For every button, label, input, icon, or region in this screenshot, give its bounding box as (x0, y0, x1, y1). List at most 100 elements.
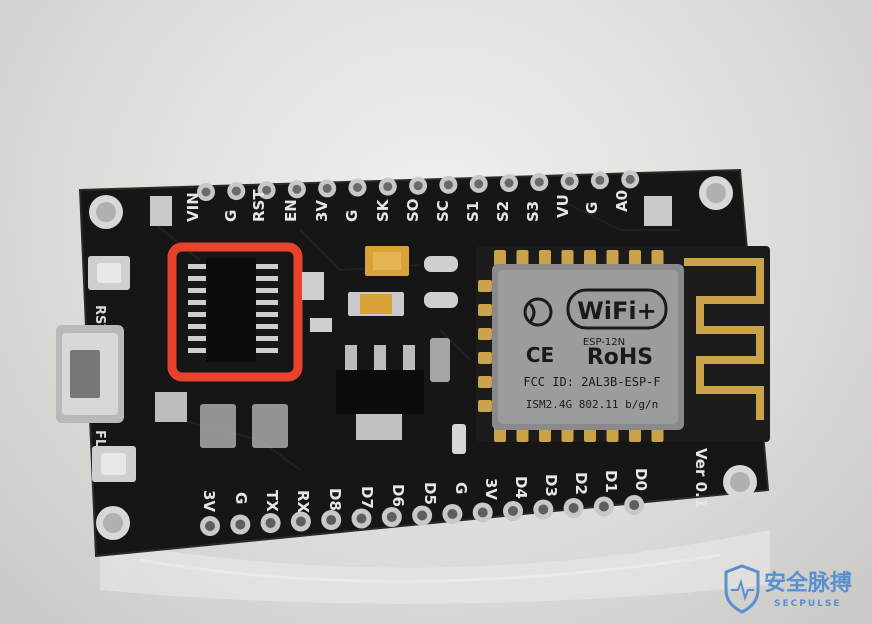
chip-pin (256, 336, 278, 341)
chip-pin (256, 276, 278, 281)
flash-button (92, 446, 136, 482)
silk-label: 3V (482, 478, 500, 500)
silk-label: D6 (389, 484, 407, 507)
module-pad (651, 250, 664, 266)
module-pad (478, 328, 492, 340)
header-pin (621, 170, 640, 189)
silk-label: RX (294, 490, 312, 514)
silk-label: D4 (512, 476, 530, 499)
header-pin (500, 174, 518, 192)
header-pin (378, 177, 397, 196)
silk-label: VIN (184, 192, 202, 222)
header-pin (287, 180, 306, 199)
silk-label: SC (434, 200, 452, 222)
silk-label: G (232, 492, 250, 504)
module-brand: WiFi+ (577, 297, 656, 325)
version-label: Ver 0.1 (692, 448, 710, 508)
chip-pin (188, 300, 206, 305)
header-pin (290, 511, 311, 532)
watermark-title: 安全脉搏 (764, 570, 852, 596)
esp-12n-module: WiFi+ ESP-12N CE RoHS FCC ID: 2AL3B-ESP-… (476, 246, 770, 442)
chip-pin (188, 348, 206, 353)
silk-label: S2 (494, 201, 512, 222)
silk-label: SK (374, 198, 392, 222)
header-pin (351, 508, 372, 529)
silk-label: G (583, 202, 601, 214)
rohs-mark: RoHS (587, 345, 653, 370)
header-pin (563, 498, 584, 518)
silk-label: G (452, 482, 470, 494)
silk-label: TX (263, 490, 281, 512)
module-pad (629, 250, 641, 266)
silk-label: 3V (313, 200, 331, 222)
module-pad (478, 400, 492, 412)
header-pin (260, 513, 281, 533)
silk-label: G (343, 210, 361, 222)
header-pin (381, 507, 402, 527)
silk-label: D0 (632, 468, 650, 491)
silk-label: A0 (613, 190, 631, 212)
chip-pin (256, 264, 278, 269)
silk-label: EN (282, 199, 300, 222)
silk-label: D3 (542, 474, 560, 497)
micro-usb-port (56, 325, 124, 423)
silk-label: D8 (326, 488, 344, 511)
chip-pin (256, 348, 278, 353)
module-pad (516, 250, 529, 266)
header-pin (409, 176, 428, 195)
silk-label: D2 (572, 472, 590, 495)
header-pin (503, 501, 523, 521)
header-pin (469, 174, 488, 193)
chip-pin (188, 276, 206, 281)
chip-pin (188, 336, 206, 341)
header-pin (560, 172, 579, 191)
chip-pin (188, 288, 206, 293)
module-pad (561, 250, 574, 266)
watermark-subtitle: SECPULSE (774, 599, 842, 609)
module-pad (584, 250, 596, 266)
header-pin (439, 175, 458, 194)
header-pin (530, 173, 549, 192)
chip-pin (256, 288, 278, 293)
module-pad (606, 250, 619, 266)
silk-label: S1 (464, 201, 482, 222)
header-pin (321, 510, 342, 530)
silk-label: VU (554, 194, 572, 218)
header-pin (593, 496, 614, 517)
silk-label: RST (250, 189, 268, 222)
chip-pin (256, 300, 278, 305)
header-pin (624, 495, 645, 515)
chip-pin (256, 312, 278, 317)
chip-pin (188, 324, 206, 329)
module-pad (478, 304, 492, 316)
band-info: ISM2.4G 802.11 b/g/n (526, 398, 658, 411)
header-pin (227, 182, 246, 201)
header-pin (348, 178, 367, 197)
header-pin (442, 504, 463, 524)
fcc-id: FCC ID: 2AL3B-ESP-F (523, 375, 660, 389)
silk-label: SO (404, 198, 422, 222)
silk-label: D7 (358, 486, 376, 509)
silk-label: 3V (200, 490, 218, 512)
chip-pin (188, 312, 206, 317)
module-pad (478, 280, 492, 292)
rst-button (88, 256, 130, 290)
module-pad (494, 250, 506, 266)
chip-pin (188, 264, 206, 269)
header-pin (200, 516, 220, 536)
silk-label: D1 (602, 470, 620, 493)
ce-mark: CE (526, 343, 554, 367)
header-pin (318, 179, 337, 198)
module-pad (478, 352, 492, 364)
header-pin (230, 514, 251, 535)
silk-label: G (222, 210, 240, 222)
header-pin (412, 505, 433, 526)
chip-pin (256, 324, 278, 329)
module-pad (539, 250, 551, 266)
header-pin (590, 171, 609, 190)
header-pin (472, 502, 493, 523)
silk-label: D5 (421, 482, 439, 505)
nodemcu-photo: VIN G RST EN 3V G SK SO SC S1 S2 S3 VU G… (56, 168, 852, 614)
header-pin (533, 499, 554, 520)
module-pad (478, 376, 492, 388)
